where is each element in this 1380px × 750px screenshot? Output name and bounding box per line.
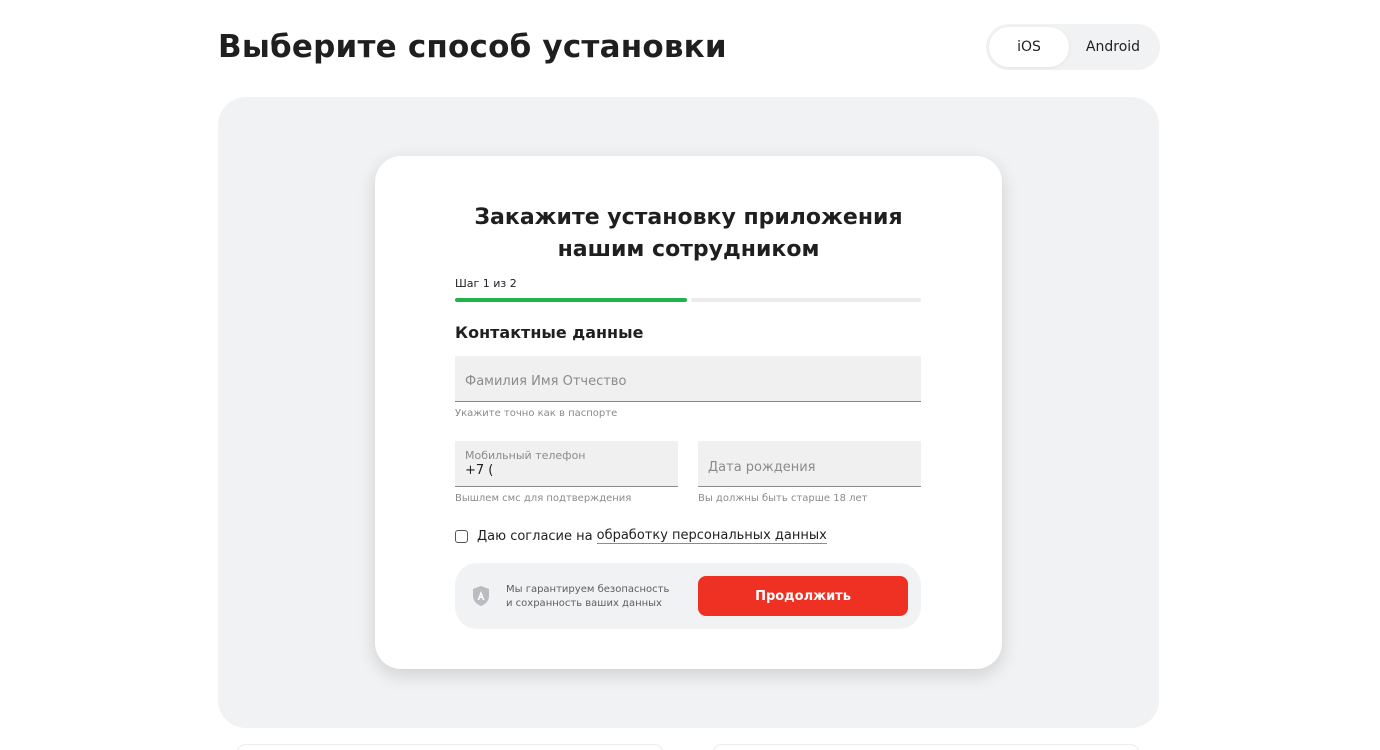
progress-remaining-segment [691, 298, 921, 302]
birth-date-placeholder: Дата рождения [708, 460, 816, 475]
submit-bar: Мы гарантируем безопасность и сохранност… [455, 563, 921, 629]
card-title-line1: Закажите установку приложения [474, 205, 903, 230]
consent-text: Даю согласие на [477, 528, 593, 544]
tab-android[interactable]: Android [1069, 27, 1157, 67]
tab-ios[interactable]: iOS [989, 27, 1069, 67]
next-option-card-right [712, 744, 1140, 750]
full-name-field[interactable]: Фамилия Имя Отчество [455, 356, 921, 402]
next-option-card-left [236, 744, 664, 750]
consent-row[interactable]: Даю согласие на обработку персональных д… [455, 528, 827, 544]
security-note-line2: и сохранность ваших данных [506, 598, 662, 609]
birth-date-field[interactable]: Дата рождения [698, 441, 921, 487]
card-title-line2: нашим сотрудником [557, 237, 820, 262]
section-title: Контактные данные [455, 323, 644, 342]
os-switch: iOS Android [986, 24, 1160, 70]
order-install-card: Закажите установку приложения нашим сотр… [375, 156, 1002, 669]
phone-field[interactable]: Мобильный телефон +7 ( [455, 441, 678, 487]
phone-label: Мобильный телефон [465, 449, 586, 462]
phone-hint: Вышлем смс для подтверждения [455, 493, 632, 504]
birth-date-hint: Вы должны быть старше 18 лет [698, 493, 868, 504]
step-indicator: Шаг 1 из 2 [455, 277, 517, 290]
phone-value: +7 ( [465, 463, 494, 478]
consent-checkbox[interactable] [455, 529, 468, 543]
personal-data-link[interactable]: обработку персональных данных [596, 528, 827, 544]
security-note-line1: Мы гарантируем безопасность [506, 584, 670, 595]
progress-active-segment [455, 298, 687, 302]
page-title: Выберите способ установки [218, 29, 727, 65]
card-title: Закажите установку приложения нашим сотр… [375, 202, 1002, 266]
continue-button[interactable]: Продолжить [698, 576, 908, 616]
step-progress-bar [455, 298, 921, 302]
full-name-hint: Укажите точно как в паспорте [455, 408, 618, 419]
full-name-placeholder: Фамилия Имя Отчество [465, 374, 627, 389]
shield-icon [473, 586, 489, 606]
security-note: Мы гарантируем безопасность и сохранност… [506, 583, 669, 611]
